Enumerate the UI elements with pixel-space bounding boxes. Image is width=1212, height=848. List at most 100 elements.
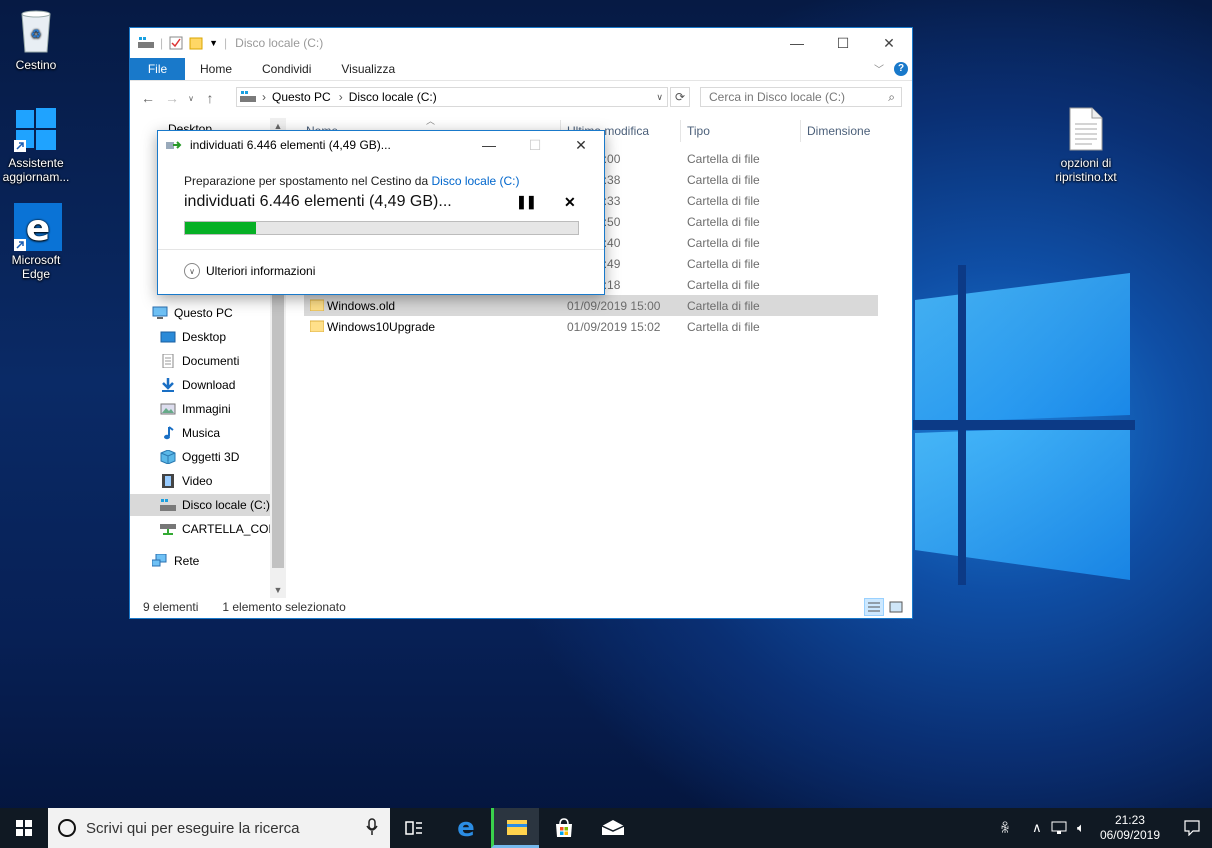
text-file-icon <box>1064 106 1108 152</box>
tab-home[interactable]: Home <box>185 62 247 76</box>
this-pc-icon <box>152 306 168 319</box>
desktop-folder-icon <box>160 331 176 343</box>
address-dropdown-icon[interactable]: ∨ <box>656 92 663 103</box>
forward-button[interactable]: → <box>160 90 184 106</box>
tab-view[interactable]: Visualizza <box>326 62 410 76</box>
show-hidden-icons-chevron-up-icon[interactable]: ∧ <box>1026 808 1048 848</box>
taskbar-file-explorer-button[interactable] <box>491 808 539 848</box>
task-view-button[interactable] <box>390 808 438 848</box>
pictures-icon <box>160 403 176 415</box>
folder-icon <box>506 819 527 835</box>
search-placeholder: Cerca in Disco locale (C:) <box>709 90 846 104</box>
close-button[interactable]: ✕ <box>866 28 912 58</box>
minimize-button[interactable]: — <box>774 28 820 58</box>
network-icon[interactable] <box>1048 808 1070 848</box>
music-note-icon <box>164 426 174 440</box>
desktop-icon-edge[interactable]: e Microsoft Edge <box>0 203 75 281</box>
dialog-title: individuati 6.446 elementi (4,49 GB)... <box>190 138 391 152</box>
progress-fill <box>185 222 256 234</box>
window-title: Disco locale (C:) <box>235 36 324 50</box>
breadcrumb-local-disk[interactable]: Disco locale (C:) <box>349 90 437 104</box>
customize-toolbar-icon[interactable]: ▼ <box>209 38 218 48</box>
dialog-minimize-button[interactable]: — <box>466 131 512 159</box>
documents-icon <box>162 354 174 368</box>
drive-icon <box>160 499 176 511</box>
dialog-close-button[interactable]: ✕ <box>558 131 604 159</box>
desktop-icon-label: Cestino <box>15 58 57 72</box>
breadcrumb-separator: › <box>338 90 343 104</box>
cancel-icon[interactable]: ✕ <box>564 194 576 211</box>
column-header-type[interactable]: Tipo <box>687 124 710 138</box>
people-icon[interactable]: ꆜ <box>994 808 1016 848</box>
help-icon[interactable]: ? <box>894 61 908 76</box>
folder-icon <box>310 320 324 332</box>
clock[interactable]: 21:23 06/09/2019 <box>1100 813 1160 843</box>
table-row[interactable]: Windows10Upgrade 01/09/2019 15:02 Cartel… <box>304 316 878 337</box>
delete-progress-dialog: individuati 6.446 elementi (4,49 GB)... … <box>157 130 605 295</box>
start-button[interactable] <box>0 808 48 848</box>
download-arrow-icon <box>162 378 174 392</box>
desktop-icon-text-file[interactable]: opzioni di ripristino.txt <box>1047 106 1125 184</box>
recent-locations-icon[interactable]: ∨ <box>184 94 198 103</box>
expand-ribbon-icon[interactable]: ﹀ <box>874 61 884 76</box>
network-icon <box>152 554 167 567</box>
task-view-icon <box>405 821 422 835</box>
title-bar: | ▼ | Disco locale (C:) — ☐ ✕ <box>130 28 912 58</box>
desktop-icon-label: opzioni di ripristino.txt <box>1055 156 1117 184</box>
nav-item-local-disk[interactable]: Disco locale (C:) <box>130 494 270 516</box>
tab-share[interactable]: Condividi <box>247 62 326 76</box>
quick-access-toolbar: | ▼ | <box>130 36 227 50</box>
up-button[interactable]: ↑ <box>198 90 222 106</box>
search-placeholder: Scrivi qui per eseguire la ricerca <box>86 819 300 837</box>
status-bar: 9 elementi 1 elemento selezionato <box>130 596 912 618</box>
taskbar-edge-button[interactable]: e <box>442 808 490 848</box>
back-button[interactable]: ← <box>136 90 160 106</box>
taskbar-mail-button[interactable] <box>589 808 637 848</box>
taskbar: Scrivi qui per eseguire la ricerca e ꆜ ∧… <box>0 808 1212 848</box>
new-folder-icon[interactable] <box>189 36 203 50</box>
store-bag-icon <box>556 818 572 837</box>
details-view-icon[interactable] <box>864 598 884 616</box>
volume-icon[interactable]: 🔈︎ <box>1070 808 1092 848</box>
address-row: ← → ∨ ↑ › Questo PC › Disco locale (C:) … <box>130 81 912 115</box>
drive-icon <box>138 37 154 48</box>
column-header-size[interactable]: Dimensione <box>807 124 870 138</box>
properties-icon[interactable] <box>169 36 183 50</box>
chevron-down-icon: ∨ <box>184 263 200 279</box>
system-tray: ꆜ ∧ 🔈︎ 21:23 06/09/2019 <box>994 808 1212 848</box>
mail-icon <box>601 820 625 835</box>
progress-bar <box>184 221 579 235</box>
svg-text:e: e <box>26 208 50 249</box>
desktop-icon-update-assistant[interactable]: Assistente aggiornam... <box>0 106 75 184</box>
item-count: 9 elementi <box>143 600 199 614</box>
breadcrumb-separator: › <box>262 90 266 104</box>
refresh-button[interactable]: ⟳ <box>670 87 690 107</box>
svg-text:♻: ♻ <box>31 27 42 41</box>
source-link[interactable]: Disco locale (C:) <box>431 174 519 188</box>
clock-time: 21:23 <box>1114 813 1145 827</box>
clock-date: 06/09/2019 <box>1099 828 1160 842</box>
operation-status: individuati 6.446 elementi (4,49 GB)... <box>184 193 452 210</box>
3d-objects-icon <box>160 450 176 464</box>
action-center-icon[interactable] <box>1172 808 1212 848</box>
drive-icon <box>240 91 256 102</box>
breadcrumb-this-pc[interactable]: Questo PC <box>272 90 331 104</box>
maximize-button[interactable]: ☐ <box>820 28 866 58</box>
more-details-toggle[interactable]: ∨ Ulteriori informazioni <box>184 263 315 279</box>
nav-item-network-drive[interactable]: CARTELLA_CON <box>160 518 270 540</box>
large-icons-view-icon[interactable] <box>886 598 906 616</box>
dialog-maximize-button: ☐ <box>528 136 542 153</box>
table-row-selected[interactable]: Windows.old 01/09/2019 15:00 Cartella di… <box>304 295 878 316</box>
file-explorer-window: | ▼ | Disco locale (C:) — ☐ ✕ File Home … <box>129 27 913 619</box>
pause-icon[interactable]: ❚❚ <box>516 194 537 210</box>
desktop-icon-recycle-bin[interactable]: ♻ Cestino <box>0 8 75 72</box>
edge-icon: e <box>457 813 475 843</box>
taskbar-store-button[interactable] <box>540 808 588 848</box>
taskbar-search-input[interactable]: Scrivi qui per eseguire la ricerca <box>48 808 390 848</box>
search-input[interactable]: Cerca in Disco locale (C:) ⌕ <box>700 87 902 107</box>
tab-file[interactable]: File <box>130 58 185 80</box>
windows-wallpaper-logo <box>910 265 1135 585</box>
selection-count: 1 elemento selezionato <box>222 600 346 614</box>
address-bar[interactable]: › Questo PC › Disco locale (C:) ∨ <box>236 87 668 107</box>
microphone-icon[interactable] <box>366 818 378 836</box>
